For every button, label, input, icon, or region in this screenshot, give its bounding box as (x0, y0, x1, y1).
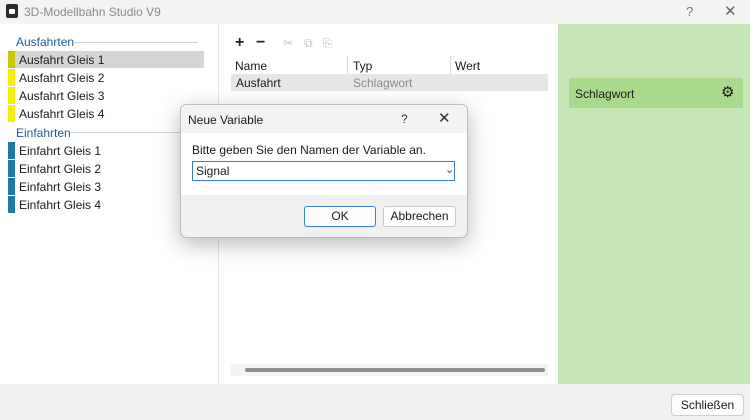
column-divider (450, 56, 451, 74)
color-swatch (8, 105, 15, 122)
sidebar-item-einfahrt-gleis-1[interactable]: Einfahrt Gleis 1 (8, 142, 204, 159)
dialog-body: Bitte geben Sie den Namen der Variable a… (181, 133, 467, 195)
color-swatch (8, 69, 15, 86)
sidebar-item-einfahrt-gleis-3[interactable]: Einfahrt Gleis 3 (8, 178, 204, 195)
color-swatch (8, 196, 15, 213)
remove-icon[interactable]: − (256, 34, 265, 52)
new-variable-dialog: Neue Variable ? ✕ Bitte geben Sie den Na… (180, 104, 468, 238)
add-icon[interactable]: + (235, 34, 244, 52)
section-divider (74, 42, 198, 43)
gear-icon[interactable]: ⚙ (721, 83, 734, 101)
sidebar-item-ausfahrt-gleis-1[interactable]: Ausfahrt Gleis 1 (8, 51, 204, 68)
column-header-wert[interactable]: Wert (455, 59, 480, 73)
color-swatch (8, 142, 15, 159)
window-title: 3D-Modellbahn Studio V9 (24, 5, 161, 19)
sidebar-item-label: Ausfahrt Gleis 3 (19, 89, 105, 103)
dialog-prompt: Bitte geben Sie den Namen der Variable a… (192, 143, 426, 157)
ok-button[interactable]: OK (304, 206, 376, 227)
close-icon[interactable]: ✕ (724, 2, 737, 20)
variable-name-combobox[interactable]: Signal ⌄ (192, 161, 455, 181)
property-card-label: Schlagwort (575, 87, 635, 101)
sidebar-item-ausfahrt-gleis-3[interactable]: Ausfahrt Gleis 3 (8, 87, 204, 104)
color-swatch (8, 178, 15, 195)
horizontal-scrollbar[interactable] (231, 364, 548, 376)
sidebar-item-label: Einfahrt Gleis 2 (19, 162, 102, 176)
scrollbar-thumb[interactable] (245, 368, 545, 372)
app-icon (6, 4, 18, 18)
close-button[interactable]: Schließen (671, 394, 744, 416)
section-label-einfahrten: Einfahrten (16, 126, 71, 140)
section-label-ausfahrten: Ausfahrten (16, 35, 75, 49)
cut-icon[interactable]: ✂ (283, 36, 293, 50)
dialog-close-icon[interactable]: ✕ (438, 109, 451, 127)
title-bar: 3D-Modellbahn Studio V9 ? ✕ (0, 0, 750, 24)
sidebar-item-label: Einfahrt Gleis 1 (19, 144, 102, 158)
footer-bar (0, 384, 750, 420)
table-row[interactable]: Ausfahrt Schlagwort (231, 74, 548, 91)
sidebar-item-einfahrt-gleis-2[interactable]: Einfahrt Gleis 2 (8, 160, 204, 177)
color-swatch (8, 51, 15, 68)
copy-icon[interactable]: ⧉ (304, 36, 313, 51)
dialog-title: Neue Variable (188, 113, 264, 127)
property-card[interactable]: Schlagwort ⚙ (569, 78, 743, 108)
color-swatch (8, 87, 15, 104)
sidebar-item-label: Einfahrt Gleis 4 (19, 198, 102, 212)
sidebar-item-einfahrt-gleis-4[interactable]: Einfahrt Gleis 4 (8, 196, 204, 213)
variable-name-value: Signal (196, 164, 230, 178)
column-header-typ[interactable]: Typ (353, 59, 372, 73)
cancel-button[interactable]: Abbrechen (383, 206, 456, 227)
sidebar-item-ausfahrt-gleis-4[interactable]: Ausfahrt Gleis 4 (8, 105, 204, 122)
dialog-help-icon[interactable]: ? (401, 112, 408, 126)
paste-icon[interactable]: ⎘ (323, 36, 333, 51)
cell-type: Schlagwort (353, 76, 413, 90)
sidebar-item-label: Ausfahrt Gleis 1 (19, 53, 105, 67)
sidebar-item-label: Ausfahrt Gleis 4 (19, 107, 105, 121)
dialog-title-bar: Neue Variable ? ✕ (181, 105, 467, 133)
column-divider (347, 56, 348, 74)
column-header-name[interactable]: Name (235, 59, 267, 73)
color-swatch (8, 160, 15, 177)
help-icon[interactable]: ? (686, 4, 693, 19)
chevron-down-icon[interactable]: ⌄ (445, 163, 454, 176)
sidebar-item-label: Einfahrt Gleis 3 (19, 180, 102, 194)
cell-name: Ausfahrt (236, 76, 281, 90)
sidebar-item-label: Ausfahrt Gleis 2 (19, 71, 105, 85)
sidebar-item-ausfahrt-gleis-2[interactable]: Ausfahrt Gleis 2 (8, 69, 204, 86)
